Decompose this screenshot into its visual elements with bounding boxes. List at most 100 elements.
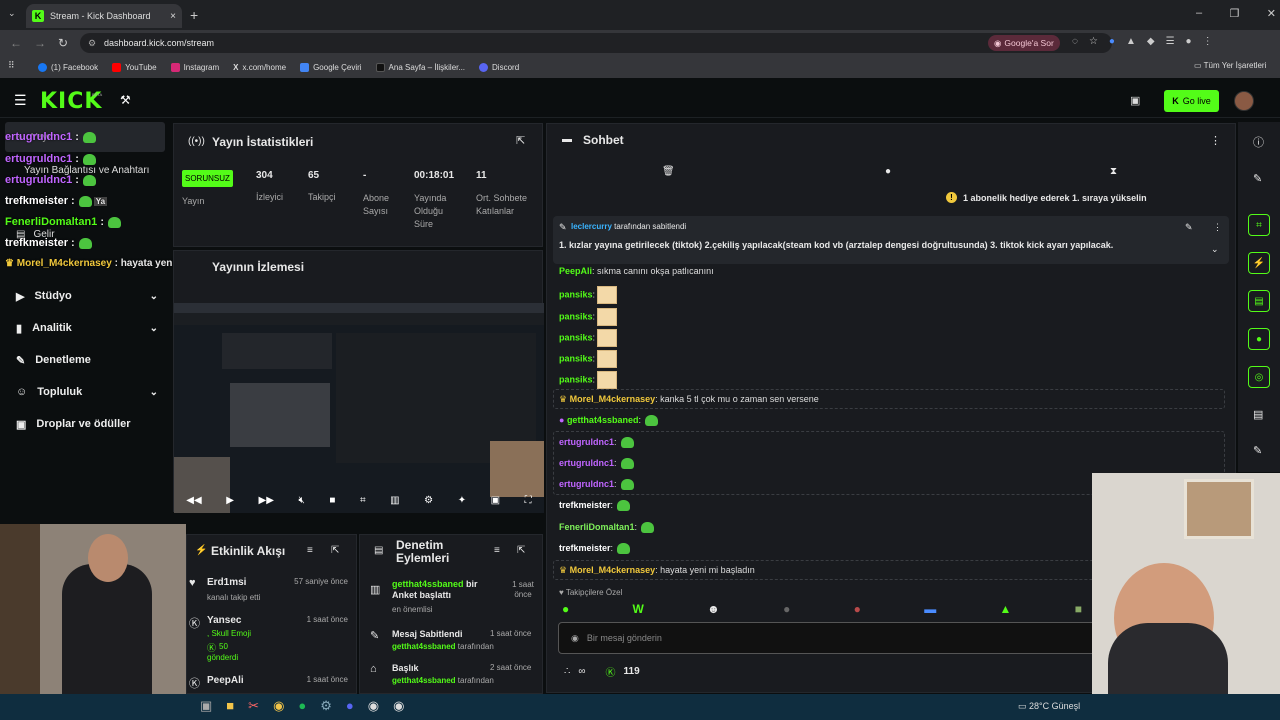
- snipping-icon[interactable]: ✂: [248, 698, 259, 714]
- site-info-icon[interactable]: ⚙: [88, 38, 96, 49]
- pinned-message[interactable]: ✎ leclercurry tarafından sabitlendi 1. k…: [553, 216, 1229, 264]
- filter-icon[interactable]: ≡: [307, 545, 313, 556]
- spotify-icon[interactable]: ●: [298, 698, 306, 714]
- hammer-icon[interactable]: ⚒: [120, 93, 131, 107]
- minimize-icon[interactable]: –: [1196, 7, 1202, 20]
- back-icon[interactable]: ←: [10, 36, 22, 50]
- filter-icon[interactable]: ≡: [494, 545, 500, 556]
- gift-banner[interactable]: ! 1 abonelik hediye ederek 1. sıraya yük…: [946, 192, 1147, 203]
- document-icon[interactable]: ▤: [1248, 290, 1270, 312]
- sidebar-item-studyo[interactable]: ▶ Stüdyo ⌄: [16, 280, 158, 312]
- emote-red-icon[interactable]: ●: [854, 602, 861, 616]
- wrench-icon[interactable]: ✎: [1253, 444, 1262, 457]
- bookmark-facebook[interactable]: (1) Facebook: [38, 62, 98, 72]
- trash-icon[interactable]: 🗑︎: [662, 166, 675, 177]
- sidebar-item-droplar[interactable]: ▣ Droplar ve ödüller: [16, 408, 158, 440]
- emote-cursor-icon[interactable]: ▲: [1000, 602, 1012, 616]
- chat-icon[interactable]: ●: [1248, 328, 1270, 350]
- google-ask-button[interactable]: ◉ Google'a Sor: [988, 35, 1060, 51]
- layout-icon[interactable]: ▥: [390, 495, 399, 506]
- rewind-icon[interactable]: ◀◀: [186, 495, 201, 506]
- emote-photo-icon[interactable]: ■: [1075, 602, 1082, 616]
- edit-icon[interactable]: ✎: [1253, 172, 1262, 185]
- browser-tab[interactable]: K Stream - Kick Dashboard ×: [26, 4, 182, 28]
- menu-list-icon[interactable]: ☰: [1166, 36, 1175, 47]
- profile-icon[interactable]: ●: [1186, 36, 1192, 47]
- unpin-icon[interactable]: ✎: [1185, 222, 1193, 233]
- chat-input[interactable]: ◉ Bir mesaj gönderin: [558, 622, 1098, 654]
- more-icon[interactable]: ⋮: [1203, 36, 1213, 47]
- infinity-icon[interactable]: ∞: [578, 666, 585, 677]
- fullscreen-icon[interactable]: ⛶: [525, 495, 532, 506]
- settings-icon[interactable]: ⚙: [424, 495, 433, 506]
- popout-icon[interactable]: ⇱: [331, 545, 339, 556]
- app-icon[interactable]: ◉: [393, 698, 404, 714]
- extension-1-icon[interactable]: ●: [1109, 36, 1115, 47]
- discord-icon[interactable]: ●: [346, 698, 354, 714]
- beta-badge: BETA: [92, 92, 103, 97]
- emote-face-icon[interactable]: ☻: [707, 602, 720, 616]
- pin-menu-icon[interactable]: ⋮: [1213, 222, 1222, 233]
- popout-icon[interactable]: ⇱: [517, 545, 525, 556]
- new-tab-icon[interactable]: +: [190, 7, 198, 23]
- emote-w-icon[interactable]: W: [633, 602, 644, 616]
- screenshot-icon[interactable]: ⌗: [1248, 214, 1270, 236]
- avatar[interactable]: [1234, 91, 1254, 111]
- avg-chat-value: 11: [476, 170, 487, 181]
- hourglass-icon[interactable]: ⧗: [1110, 166, 1117, 177]
- popout-icon[interactable]: ⇱: [516, 134, 525, 147]
- bookmark-youtube[interactable]: YouTube: [112, 62, 157, 72]
- tab-close-icon[interactable]: ×: [170, 11, 176, 22]
- obs-icon[interactable]: ◉: [368, 698, 379, 714]
- extension-2-icon[interactable]: ▲: [1126, 36, 1136, 47]
- widgets-icon[interactable]: ▣: [200, 698, 212, 714]
- tab-list-icon[interactable]: ⌄: [8, 8, 16, 19]
- hamburger-icon[interactable]: ☰: [14, 92, 27, 109]
- crop-icon[interactable]: ⌗: [360, 495, 366, 506]
- printer-icon[interactable]: ▤: [1253, 408, 1263, 421]
- bookmark-translate[interactable]: Google Çeviri: [300, 62, 362, 72]
- settings-icon[interactable]: ⚙: [320, 698, 332, 714]
- puzzle-icon[interactable]: ◆: [1147, 36, 1155, 47]
- mute-icon[interactable]: 🔇︎: [298, 495, 304, 506]
- bookmark-x[interactable]: Xx.com/home: [233, 63, 286, 72]
- bookmark-iliskiler[interactable]: Ana Sayfa – İlişkiler...: [375, 62, 465, 72]
- bookmark-instagram[interactable]: Instagram: [170, 62, 219, 72]
- sidebar-item-denetleme[interactable]: ✎ Denetleme: [16, 344, 158, 376]
- lightning-icon[interactable]: ⚡: [1248, 252, 1270, 274]
- close-window-icon[interactable]: ✕: [1267, 7, 1276, 20]
- restore-icon[interactable]: ❐: [1230, 7, 1240, 20]
- url-field[interactable]: ⚙ dashboard.kick.com/stream: [80, 33, 1112, 53]
- lightning-icon: ⚡: [195, 545, 208, 556]
- forward-icon[interactable]: ▶▶: [259, 495, 274, 506]
- emote-icon[interactable]: ●: [562, 602, 569, 616]
- all-bookmarks[interactable]: ▭ Tüm Yer İşaretleri: [1194, 61, 1266, 70]
- chrome-icon[interactable]: ◉: [273, 698, 284, 714]
- apps-icon[interactable]: ⠿: [8, 60, 15, 71]
- message-icon[interactable]: ●: [885, 166, 891, 177]
- stream-preview-video[interactable]: [174, 303, 544, 513]
- pip-icon[interactable]: ▣: [491, 495, 500, 506]
- camera-icon[interactable]: ■: [329, 495, 335, 506]
- broadcast-icon[interactable]: ◎: [1248, 366, 1270, 388]
- chevron-down-icon[interactable]: ⌄: [1211, 244, 1219, 255]
- forward-icon[interactable]: →: [34, 36, 46, 50]
- reload-icon[interactable]: ↻: [58, 36, 68, 50]
- sidebar-item-topluluk[interactable]: ☺ Topluluk ⌄: [16, 376, 158, 408]
- mod-view-icon[interactable]: ▣: [1130, 94, 1140, 107]
- go-live-button[interactable]: K Go live: [1164, 90, 1219, 112]
- emote-blue-icon[interactable]: ▬: [924, 602, 936, 616]
- info-icon[interactable]: ⓘ: [1253, 134, 1264, 150]
- folder-icon[interactable]: ■: [226, 698, 234, 714]
- video-icon: ▶: [16, 290, 25, 303]
- weather-widget[interactable]: ▭ 28°C Güneşl: [1018, 701, 1080, 712]
- chat-menu-icon[interactable]: ⋮: [1210, 134, 1221, 147]
- people-icon[interactable]: ∴: [564, 666, 570, 677]
- eye-off-icon[interactable]: ◌: [1072, 36, 1078, 47]
- bookmark-discord[interactable]: Discord: [479, 62, 519, 72]
- sidebar-item-analitik[interactable]: ▮ Analitik ⌄: [16, 312, 158, 344]
- emote-dark-icon[interactable]: ●: [783, 602, 790, 616]
- sparkle-icon[interactable]: ✦: [458, 495, 466, 506]
- play-icon[interactable]: ▶: [226, 495, 234, 506]
- star-icon[interactable]: ☆: [1089, 36, 1098, 47]
